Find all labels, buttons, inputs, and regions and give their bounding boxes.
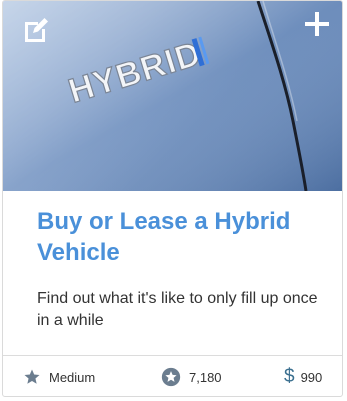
card-footer: Medium 7,180 $ 990	[3, 356, 342, 396]
star-badge-icon	[161, 367, 181, 387]
difficulty-label: Medium	[49, 369, 96, 385]
card-description: Find out what it's like to only fill up …	[37, 290, 318, 329]
dollar-icon: $	[284, 366, 295, 387]
difficulty-stat: Medium	[23, 356, 96, 396]
plus-icon[interactable]	[302, 9, 332, 39]
hybrid-badge-photo: HYBRID	[3, 1, 342, 191]
card-image[interactable]: HYBRID	[3, 1, 342, 191]
action-card[interactable]: HYBRID Buy or Lease a Hybrid Vehicle Fin…	[2, 0, 343, 397]
edit-icon[interactable]	[21, 15, 51, 45]
star-icon	[24, 369, 40, 384]
cost-value: 990	[300, 369, 323, 385]
points-stat: 7,180	[161, 356, 222, 396]
points-value: 7,180	[189, 369, 222, 385]
card-title[interactable]: Buy or Lease a Hybrid Vehicle	[37, 206, 327, 268]
cost-stat: $ 990	[284, 356, 323, 396]
